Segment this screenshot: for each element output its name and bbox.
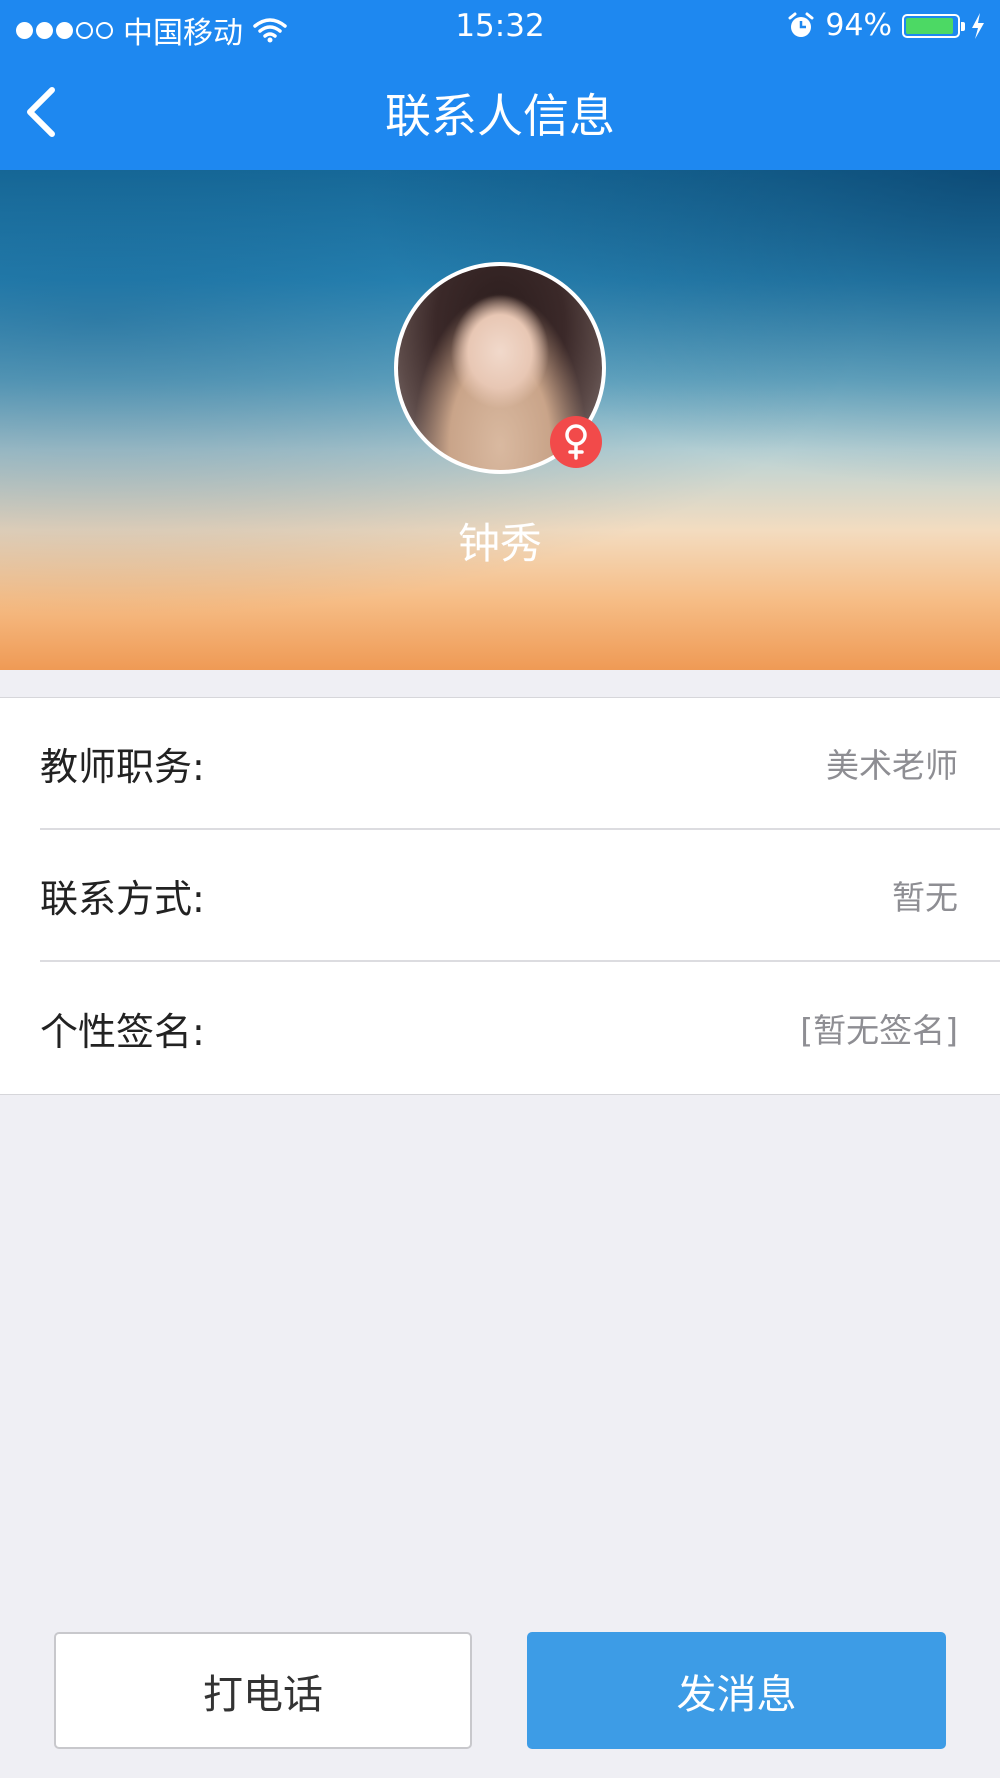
page-title: 联系人信息 <box>385 89 615 143</box>
battery-icon <box>902 13 965 38</box>
status-bar: 中国移动 15:32 94% <box>0 0 1000 54</box>
contact-info-list: 教师职务: 美术老师 联系方式: 暂无 个性签名: [暂无签名] <box>0 697 1000 1095</box>
status-right: 94% <box>787 8 986 43</box>
female-symbol-icon <box>565 424 587 460</box>
position-label: 教师职务: <box>40 744 205 789</box>
signature-label: 个性签名: <box>40 1009 205 1054</box>
info-row-contact: 联系方式: 暂无 <box>40 830 1000 962</box>
contact-method-value: 暂无 <box>892 878 958 917</box>
info-row-position: 教师职务: 美术老师 <box>40 698 1000 830</box>
call-button[interactable]: 打电话 <box>54 1632 472 1749</box>
charging-icon <box>972 12 984 39</box>
info-row-signature: 个性签名: [暂无签名] <box>40 962 1000 1094</box>
signature-value: [暂无签名] <box>800 1011 958 1050</box>
avatar-container <box>394 262 606 474</box>
gender-badge <box>550 416 602 468</box>
send-message-button[interactable]: 发消息 <box>527 1632 946 1749</box>
battery-percent: 94% <box>825 8 892 43</box>
navigation-bar: 联系人信息 <box>0 54 1000 170</box>
alarm-icon <box>788 12 814 37</box>
battery-level-fill <box>906 17 953 34</box>
position-value: 美术老师 <box>826 746 958 785</box>
profile-header: 钟秀 <box>0 170 1000 670</box>
contact-name: 钟秀 <box>457 519 542 568</box>
contact-method-label: 联系方式: <box>40 876 205 921</box>
